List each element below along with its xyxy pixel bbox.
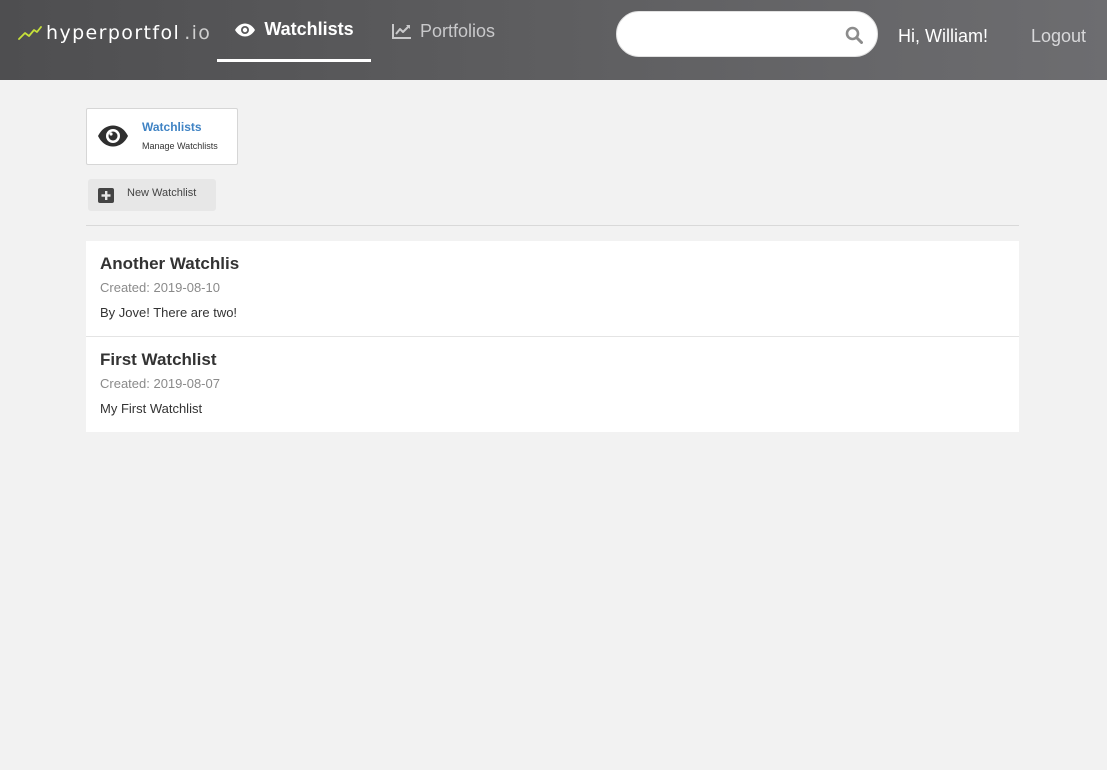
eye-icon bbox=[235, 23, 256, 36]
top-navbar: hyperportfol .io Watchlists Portfolios Hi… bbox=[0, 0, 1107, 80]
watchlist-item[interactable]: First Watchlist Created: 2019-08-07 My F… bbox=[86, 337, 1019, 432]
tab-watchlists-label: Watchlists bbox=[264, 19, 354, 39]
watchlist-list: Another Watchlis Created: 2019-08-10 By … bbox=[86, 241, 1019, 432]
tab-portfolios-label: Portfolios bbox=[420, 20, 496, 41]
user-greeting: Hi, William! bbox=[898, 26, 988, 46]
eye-icon bbox=[98, 125, 128, 147]
watchlist-description: My First Watchlist bbox=[100, 401, 203, 416]
tab-watchlists[interactable]: Watchlists bbox=[217, 0, 371, 62]
new-watchlist-button[interactable]: New Watchlist bbox=[88, 179, 216, 211]
search-input[interactable] bbox=[633, 22, 833, 48]
brand-name: hyperportfol bbox=[46, 22, 181, 44]
search-icon[interactable] bbox=[845, 26, 863, 44]
breadcrumb-card: Watchlists Manage Watchlists bbox=[86, 108, 238, 165]
search-box bbox=[616, 11, 878, 57]
new-watchlist-label: New Watchlist bbox=[127, 187, 197, 199]
chart-line-icon bbox=[392, 24, 411, 39]
watchlist-item[interactable]: Another Watchlis Created: 2019-08-10 By … bbox=[86, 241, 1019, 337]
watchlist-created-date: Created: 2019-08-10 bbox=[100, 280, 220, 295]
tab-portfolios[interactable]: Portfolios bbox=[392, 0, 495, 62]
watchlist-name: Another Watchlis bbox=[100, 254, 240, 273]
breadcrumb-title[interactable]: Watchlists bbox=[142, 120, 202, 134]
watchlist-name: First Watchlist bbox=[100, 350, 217, 369]
trend-line-icon bbox=[18, 26, 42, 40]
divider bbox=[86, 225, 1019, 226]
breadcrumb-subtitle: Manage Watchlists bbox=[142, 141, 218, 151]
watchlist-created-date: Created: 2019-08-07 bbox=[100, 376, 220, 391]
watchlist-description: By Jove! There are two! bbox=[100, 305, 238, 320]
brand-suffix: .io bbox=[184, 22, 212, 44]
plus-square-icon bbox=[98, 188, 114, 203]
brand-logo[interactable]: hyperportfol .io bbox=[18, 20, 211, 46]
logout-link[interactable]: Logout bbox=[1031, 26, 1086, 47]
